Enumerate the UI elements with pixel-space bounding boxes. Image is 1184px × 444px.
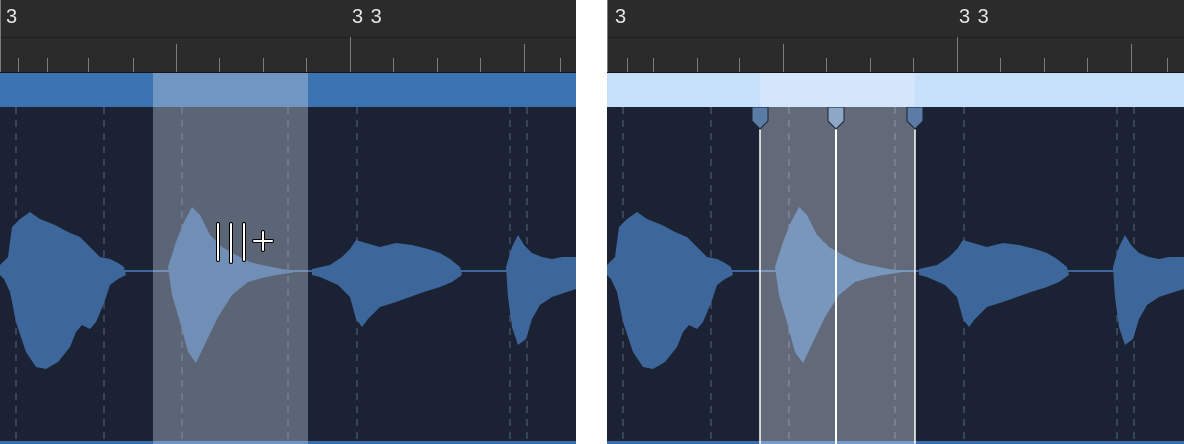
ruler-tick	[0, 0, 1, 72]
ruler-tick	[957, 37, 958, 72]
ruler-tick	[739, 58, 740, 72]
ruler-tick	[653, 58, 654, 72]
ruler-tick	[627, 58, 628, 72]
timeline-ruler[interactable]: 3 3 3	[607, 0, 1184, 73]
ruler-label-bar: 3	[6, 6, 19, 28]
ruler-tick	[560, 58, 561, 72]
ruler-tick	[47, 58, 48, 72]
ruler-tick	[607, 0, 608, 72]
waveform-segment	[0, 212, 126, 369]
ruler-tick	[393, 58, 394, 72]
ruler-tick	[1131, 44, 1132, 72]
ruler-label-beat: 3 3	[959, 6, 990, 28]
waveform-segment	[919, 240, 1069, 327]
ruler-tick	[350, 37, 351, 72]
ruler-tick	[1044, 58, 1045, 72]
ruler-tick	[870, 58, 871, 72]
waveform-segment	[607, 212, 733, 369]
ruler-tick	[219, 58, 220, 72]
ruler-label-beat: 3 3	[352, 6, 383, 28]
ruler-label-bar: 3	[615, 6, 628, 28]
ruler-tick	[263, 58, 264, 72]
ruler-tick	[176, 44, 177, 72]
ruler-tick	[480, 58, 481, 72]
waveform-segment	[506, 235, 576, 345]
ruler-tick	[88, 58, 89, 72]
ruler-tick	[1000, 58, 1001, 72]
flex-marker-center[interactable]	[826, 107, 846, 444]
audio-track-right-panel: 3 3 3	[607, 0, 1184, 444]
ruler-tick	[826, 58, 827, 72]
flex-marker-right[interactable]	[905, 107, 925, 444]
flex-marker-left[interactable]	[750, 107, 770, 444]
ruler-tick	[913, 58, 914, 72]
flex-marker-add-icon	[216, 222, 274, 264]
ruler-tick	[1167, 58, 1168, 72]
ruler-tick	[783, 44, 784, 72]
ruler-divider	[607, 37, 1184, 38]
ruler-divider	[0, 37, 576, 38]
ruler-tick	[437, 58, 438, 72]
ruler-tick	[18, 58, 19, 72]
ruler-tick	[697, 58, 698, 72]
ruler-tick	[306, 58, 307, 72]
ruler-tick	[1087, 58, 1088, 72]
timeline-ruler[interactable]: 3 3 3	[0, 0, 576, 73]
waveform-segment	[1113, 235, 1184, 345]
ruler-tick	[524, 44, 525, 72]
waveform-segment	[312, 240, 462, 327]
ruler-tick	[133, 58, 134, 72]
audio-track-left-panel: 3 3 3	[0, 0, 576, 444]
